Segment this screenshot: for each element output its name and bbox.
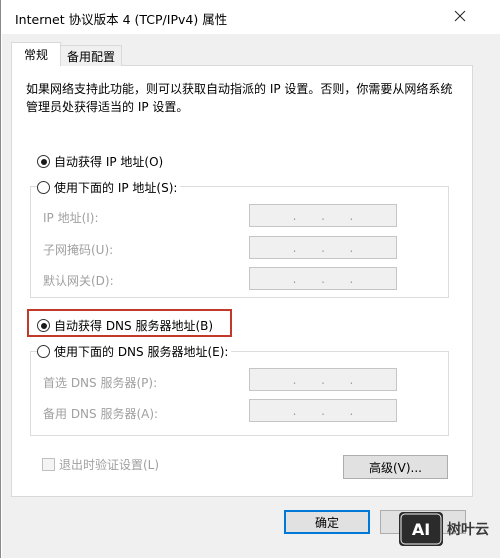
tab-alternate-configuration[interactable]: 备用配置: [60, 45, 122, 66]
manual-ip-option[interactable]: 使用下面的 IP 地址(S):: [37, 179, 181, 196]
ip-address-label: IP 地址(I):: [43, 211, 99, 225]
ip-dot: .: [349, 271, 354, 286]
ai-logo-icon: AI: [400, 513, 442, 545]
subnet-mask-input[interactable]: ...: [249, 236, 397, 259]
ip-dot: .: [349, 208, 354, 223]
auto-ip-option[interactable]: 自动获得 IP 地址(O): [37, 153, 167, 170]
alternate-dns-input[interactable]: ...: [249, 399, 397, 422]
title-bar[interactable]: Internet 协议版本 4 (TCP/IPv4) 属性: [1, 0, 500, 34]
alternate-dns-label: 备用 DNS 服务器(A):: [43, 407, 159, 421]
auto-dns-label: 自动获得 DNS 服务器地址(B): [54, 319, 214, 333]
dialog-window: Internet 协议版本 4 (TCP/IPv4) 属性 常规 备用配置 如果…: [0, 0, 500, 558]
ip-dot: .: [292, 208, 297, 223]
watermark-logo: AI: [399, 512, 443, 546]
subnet-mask-label: 子网掩码(U):: [43, 243, 114, 257]
ip-dot: .: [321, 403, 325, 418]
watermark-text: 树叶云: [447, 522, 489, 538]
window-title: Internet 协议版本 4 (TCP/IPv4) 属性: [15, 12, 228, 27]
manual-ip-label: 使用下面的 IP 地址(S):: [54, 181, 178, 195]
ip-dot: .: [321, 208, 325, 223]
manual-ip-radio[interactable]: [37, 181, 50, 194]
validate-on-exit-checkbox[interactable]: [42, 458, 55, 471]
ip-dot: .: [292, 240, 297, 255]
watermark: AI 树叶云: [399, 510, 500, 548]
ip-dot: .: [349, 240, 354, 255]
dns-server-group: [30, 351, 449, 436]
preferred-dns-label: 首选 DNS 服务器(P):: [43, 376, 158, 390]
ip-dot: .: [321, 372, 325, 387]
description-text: 如果网络支持此功能，则可以获取自动指派的 IP 设置。否则，你需要从网络系统管理…: [26, 82, 453, 114]
ip-dot: .: [349, 403, 354, 418]
validate-on-exit-option[interactable]: 退出时验证设置(L): [42, 456, 159, 473]
ip-dot: .: [321, 271, 325, 286]
ip-dot: .: [321, 240, 325, 255]
close-icon: [454, 10, 466, 22]
auto-ip-label: 自动获得 IP 地址(O): [54, 155, 164, 169]
ip-dot: .: [349, 372, 354, 387]
ip-address-input[interactable]: ...: [249, 204, 397, 227]
ip-dot: .: [292, 271, 297, 286]
validate-on-exit-label: 退出时验证设置(L): [59, 458, 160, 472]
default-gateway-input[interactable]: ...: [249, 267, 397, 290]
default-gateway-label: 默认网关(D):: [43, 274, 114, 288]
ok-button[interactable]: 确定: [284, 510, 370, 534]
auto-ip-radio[interactable]: [37, 155, 50, 168]
manual-dns-radio[interactable]: [37, 345, 50, 358]
tab-general[interactable]: 常规: [11, 42, 61, 66]
manual-dns-option[interactable]: 使用下面的 DNS 服务器地址(E):: [37, 343, 232, 360]
ip-dot: .: [292, 403, 297, 418]
manual-dns-label: 使用下面的 DNS 服务器地址(E):: [54, 345, 229, 359]
ip-dot: .: [292, 372, 297, 387]
auto-dns-option[interactable]: 自动获得 DNS 服务器地址(B): [37, 317, 217, 334]
watermark-logo-text: AI: [412, 520, 430, 539]
preferred-dns-input[interactable]: ...: [249, 368, 397, 391]
advanced-button[interactable]: 高级(V)...: [343, 455, 448, 479]
close-button[interactable]: [445, 2, 475, 30]
auto-dns-radio[interactable]: [37, 319, 50, 332]
